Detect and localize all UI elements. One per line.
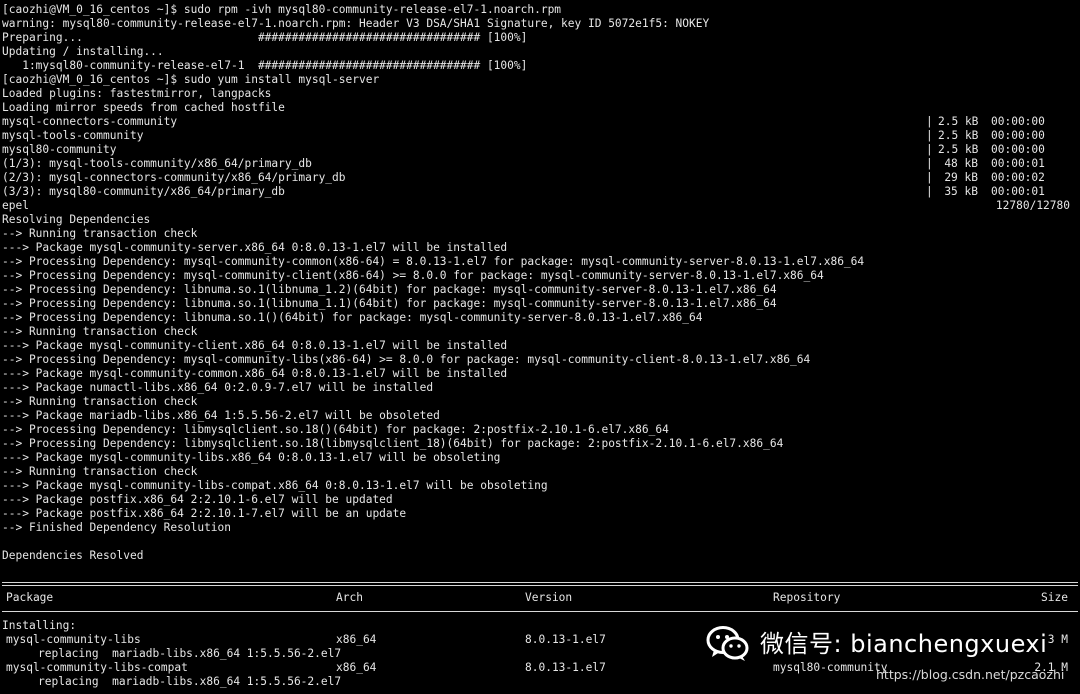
terminal-line: ---> Package postfix.x86_64 2:2.10.1-7.e… bbox=[2, 507, 407, 520]
repo-line: (1/3): mysql-tools-community/x86_64/prim… bbox=[2, 157, 1045, 170]
col-package-header: Package bbox=[6, 591, 54, 604]
table-header: Package Arch Version Repository Size bbox=[2, 591, 1078, 605]
terminal-line: ---> Package mysql-community-libs.x86_64… bbox=[2, 451, 501, 464]
terminal-line: warning: mysql80-community-release-el7-1… bbox=[2, 17, 710, 30]
terminal-line: ---> Package postfix.x86_64 2:2.10.1-6.e… bbox=[2, 493, 393, 506]
terminal-line: ---> Package mariadb-libs.x86_64 1:5.5.5… bbox=[2, 409, 440, 422]
terminal-line: --> Processing Dependency: mysql-communi… bbox=[2, 269, 824, 282]
terminal-line: Updating / installing... bbox=[2, 45, 164, 58]
terminal-line: [caozhi@VM_0_16_centos ~]$ sudo yum inst… bbox=[2, 73, 380, 86]
terminal-line: --> Running transaction check bbox=[2, 465, 198, 478]
col-repository-header: Repository bbox=[773, 591, 841, 604]
terminal-line: Loaded plugins: fastestmirror, langpacks bbox=[2, 87, 272, 100]
terminal-line: --> Processing Dependency: libmysqlclien… bbox=[2, 423, 669, 436]
epel-line: epel 12780/12780 bbox=[2, 199, 1070, 212]
separator bbox=[2, 605, 1078, 619]
terminal-line: Loading mirror speeds from cached hostfi… bbox=[2, 101, 285, 114]
terminal-line: ---> Package numactl-libs.x86_64 0:2.0.9… bbox=[2, 381, 434, 394]
col-arch-header: Arch bbox=[336, 591, 363, 604]
repo-line: mysql80-community | 2.5 kB 00:00:00 bbox=[2, 143, 1045, 156]
terminal-line: --> Processing Dependency: libmysqlclien… bbox=[2, 437, 784, 450]
terminal-output: [caozhi@VM_0_16_centos ~]$ sudo rpm -ivh… bbox=[2, 3, 1078, 689]
terminal-line: ---> Package mysql-community-common.x86_… bbox=[2, 367, 508, 380]
terminal-line: ---> Package mysql-community-server.x86_… bbox=[2, 241, 508, 254]
repo-line: mysql-tools-community | 2.5 kB 00:00:00 bbox=[2, 129, 1045, 142]
terminal-line: --> Processing Dependency: mysql-communi… bbox=[2, 353, 811, 366]
terminal-line: --> Processing Dependency: libnuma.so.1(… bbox=[2, 283, 777, 296]
terminal-line: ---> Package mysql-community-client.x86_… bbox=[2, 339, 508, 352]
terminal-line: Preparing... ###########################… bbox=[2, 31, 528, 44]
wechat-watermark: 微信号: bianchengxuexi bbox=[706, 622, 1047, 666]
terminal-line: 1:mysql80-community-release-el7-1 ######… bbox=[2, 59, 528, 72]
watermark-url: https://blog.csdn.net/pzcaozhi bbox=[876, 667, 1065, 682]
terminal-line: --> Processing Dependency: libnuma.so.1(… bbox=[2, 297, 777, 310]
col-version-header: Version bbox=[525, 591, 573, 604]
repo-line: (3/3): mysql80-community/x86_64/primary_… bbox=[2, 185, 1045, 198]
double-separator bbox=[2, 577, 1078, 591]
terminal-line: --> Running transaction check bbox=[2, 325, 198, 338]
terminal-line: --> Running transaction check bbox=[2, 395, 198, 408]
repo-line: (2/3): mysql-connectors-community/x86_64… bbox=[2, 171, 1045, 184]
repo-line: mysql-connectors-community | 2.5 kB 00:00:0… bbox=[2, 115, 1045, 128]
terminal-line: --> Running transaction check bbox=[2, 227, 198, 240]
terminal-window[interactable]: [caozhi@VM_0_16_centos ~]$ sudo rpm -ivh… bbox=[0, 0, 1080, 694]
terminal-line: --> Processing Dependency: libnuma.so.1(… bbox=[2, 311, 703, 324]
terminal-line: ---> Package mysql-community-libs-compat… bbox=[2, 479, 548, 492]
wechat-icon bbox=[706, 624, 750, 664]
terminal-line: [caozhi@VM_0_16_centos ~]$ sudo rpm -ivh… bbox=[2, 3, 562, 16]
terminal-line: --> Finished Dependency Resolution bbox=[2, 521, 232, 534]
terminal-line: --> Processing Dependency: mysql-communi… bbox=[2, 255, 865, 268]
terminal-line: Resolving Dependencies bbox=[2, 213, 151, 226]
watermark-text: 微信号: bianchengxuexi bbox=[760, 630, 1048, 658]
col-size-header: Size bbox=[1041, 591, 1068, 604]
terminal-line: Dependencies Resolved bbox=[2, 549, 144, 562]
